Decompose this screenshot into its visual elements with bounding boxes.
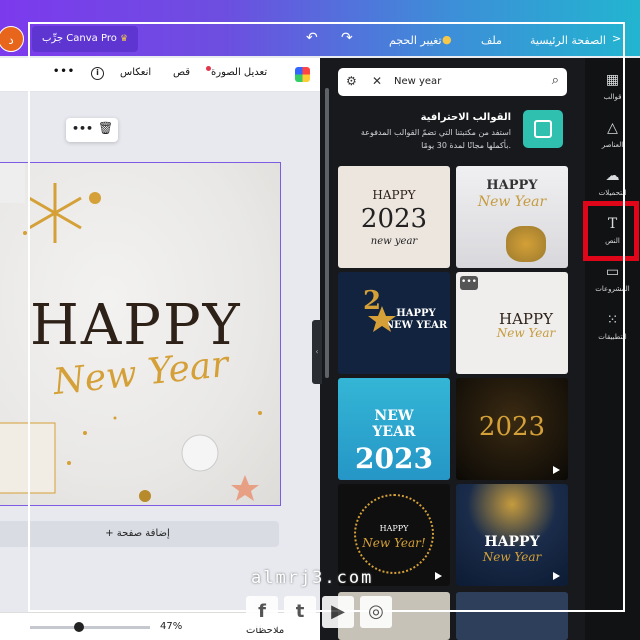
pro-templates-desc: استفد من مكتبتنا التي تضمّ القوالب المدف… bbox=[360, 128, 511, 137]
rail-item-apps[interactable]: ⁙ التطبيقات bbox=[585, 306, 640, 352]
top-bar: د جرِّب Canva Pro ♛ ↶ ↷ تغيير الحجم ● مل… bbox=[0, 0, 640, 56]
info-icon[interactable]: i bbox=[91, 67, 104, 80]
color-picker-icon[interactable] bbox=[295, 67, 310, 82]
template-card[interactable] bbox=[456, 592, 568, 640]
template-card[interactable]: HAPPY New Year bbox=[456, 166, 568, 268]
rail-item-projects[interactable]: ▭ المشروعات bbox=[585, 258, 640, 304]
search-icon[interactable]: ⌕ bbox=[552, 73, 559, 88]
more-options-icon[interactable]: ••• bbox=[53, 66, 75, 77]
crop-button[interactable]: قص bbox=[173, 67, 190, 78]
float-more-icon[interactable]: ••• bbox=[72, 122, 93, 135]
elements-icon: △ bbox=[607, 120, 618, 136]
snowflake-icon bbox=[28, 183, 82, 243]
video-play-icon bbox=[553, 572, 560, 580]
pro-templates-title: القوالب الاحترافية bbox=[420, 112, 511, 123]
home-link[interactable]: الصفحة الرئيسية bbox=[530, 34, 606, 47]
pro-templates-icon bbox=[523, 110, 563, 148]
zoom-slider[interactable] bbox=[30, 626, 150, 629]
redo-icon[interactable]: ↷ bbox=[341, 30, 353, 46]
undo-icon[interactable]: ↶ bbox=[306, 30, 318, 46]
panel-scrollbar[interactable] bbox=[325, 88, 329, 378]
template-search: ⚙ ✕ New year ⌕ bbox=[338, 68, 567, 96]
try-pro-button[interactable]: جرِّب Canva Pro ♛ bbox=[32, 26, 139, 52]
clear-search-icon[interactable]: ✕ bbox=[372, 74, 382, 88]
uploads-icon: ☁ bbox=[605, 168, 620, 184]
trash-icon[interactable]: 🗑 bbox=[98, 121, 113, 135]
rail-item-elements[interactable]: △ العناصر bbox=[585, 114, 640, 160]
floating-menu: ••• 🗑 bbox=[66, 118, 118, 142]
white-ornament bbox=[181, 434, 219, 472]
template-card[interactable]: ••• HAPPY New Year bbox=[456, 272, 568, 374]
add-page-button[interactable]: + إضافة صفحة bbox=[0, 521, 279, 547]
user-avatar[interactable]: د bbox=[0, 26, 24, 52]
image-toolbar: ••• i انعكاس قص تعديل الصورة bbox=[0, 58, 320, 92]
pro-templates-banner[interactable]: القوالب الاحترافية استفد من مكتبتنا التي… bbox=[338, 108, 563, 158]
gift-box bbox=[0, 422, 56, 494]
rail-item-templates[interactable]: ▦ قوالب bbox=[585, 66, 640, 112]
instagram-icon: ◎ bbox=[360, 596, 392, 628]
template-more-icon[interactable]: ••• bbox=[460, 276, 478, 290]
watermark-text: almrj3.com bbox=[251, 568, 374, 588]
templates-panel: ‹ ⚙ ✕ New year ⌕ القوالب الاحترافية استف… bbox=[312, 58, 585, 640]
highlight-box bbox=[583, 201, 639, 261]
youtube-icon: ▶ bbox=[322, 596, 354, 628]
apps-icon: ⁙ bbox=[606, 312, 619, 328]
template-card[interactable] bbox=[338, 592, 450, 640]
resize-button[interactable]: تغيير الحجم bbox=[389, 34, 442, 47]
edit-image-button[interactable]: تعديل الصورة bbox=[211, 67, 267, 78]
template-card[interactable]: 2023 bbox=[456, 378, 568, 480]
chevron-right-icon[interactable]: > bbox=[612, 32, 621, 45]
zoom-slider-handle[interactable] bbox=[74, 622, 84, 632]
design-page[interactable]: HAPPY New Year bbox=[0, 162, 281, 506]
zoom-level[interactable]: 47% bbox=[160, 621, 182, 632]
side-rail: ▦ قوالب △ العناصر ☁ التحميلات T النص ▭ ا… bbox=[583, 58, 640, 640]
resize-crown-icon: ● bbox=[442, 33, 452, 46]
search-input[interactable]: New year bbox=[394, 76, 441, 87]
twitter-icon: t bbox=[284, 596, 316, 628]
gold-ornament bbox=[89, 192, 101, 204]
star-icon bbox=[231, 475, 259, 501]
crown-icon: ♛ bbox=[120, 34, 129, 44]
template-card[interactable]: HAPPY New Year bbox=[456, 484, 568, 586]
template-card[interactable]: NEW YEAR 2023 bbox=[338, 378, 450, 480]
projects-icon: ▭ bbox=[605, 264, 620, 280]
video-play-icon bbox=[435, 572, 442, 580]
collapse-panel-button[interactable]: ‹ bbox=[312, 320, 322, 384]
pro-templates-desc-2: بأكملها مجانًا لمدة 30 يومًا. bbox=[421, 141, 511, 150]
templates-icon: ▦ bbox=[605, 72, 620, 88]
filter-icon[interactable]: ⚙ bbox=[346, 74, 357, 88]
try-pro-label: جرِّب Canva Pro bbox=[42, 33, 117, 44]
template-card[interactable]: 2 HAPPY NEW YEAR bbox=[338, 272, 450, 374]
template-card[interactable]: HAPPY 2023 new year bbox=[338, 166, 450, 268]
gift-top bbox=[0, 163, 25, 203]
file-menu[interactable]: ملف bbox=[481, 34, 502, 47]
canva-editor: د جرِّب Canva Pro ♛ ↶ ↷ تغيير الحجم ● مل… bbox=[0, 0, 640, 640]
facebook-icon: f bbox=[246, 596, 278, 628]
flip-button[interactable]: انعكاس bbox=[120, 67, 151, 78]
video-play-icon bbox=[553, 466, 560, 474]
gold-bead bbox=[139, 490, 151, 502]
